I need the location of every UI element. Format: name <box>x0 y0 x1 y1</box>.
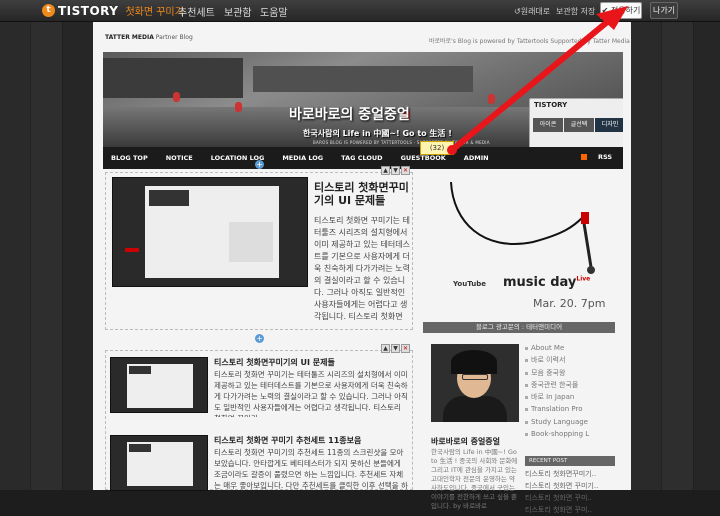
exit-button[interactable]: 나가기 <box>650 2 678 19</box>
post-module[interactable]: ▲ ▼ ✕ 티스토리 첫화면꾸미기의 UI 문제들 티스토리 첫화면 꾸미기는 … <box>105 166 413 330</box>
rss-icon <box>581 154 587 160</box>
panel-tab-icon[interactable]: 아이콘 <box>533 118 563 132</box>
content-column: + ▲ ▼ ✕ 티스토리 첫화면꾸미기의 UI 문제들 티스토리 첫화면 꾸미기… <box>105 160 413 491</box>
blog-page: TATTER MEDIA Partner Blog 바로바로's Blog is… <box>93 22 631 514</box>
post-title[interactable]: 티스토리 첫화면 꾸미기 추천세트 11종보음 <box>214 435 410 446</box>
editor-toolbar: t TISTORY 첫화면 꾸미기 추천세트 보관함 도움말 ↺원래대로 보관함… <box>0 0 720 22</box>
category-list: About Me 바로 이력서 모음 중국왕 중국관련 한국몰 바로 In Ja… <box>525 342 615 440</box>
nav-help[interactable]: 도움말 <box>260 4 288 19</box>
menu-notice[interactable]: NOTICE <box>166 154 193 162</box>
menu-blog-top[interactable]: BLOG TOP <box>111 154 148 162</box>
blog-description: 한국사람의 Life in 中國~! Go to 生活 ! <box>303 129 452 138</box>
profile-description: 한국사람의 Life in 中國~! Go to 生活 ! 중국의 사회와 문화… <box>431 448 518 510</box>
sidebar: YouTube music dayLive Mar. 20. 7pm 블로그 광… <box>423 172 623 514</box>
profile-photo <box>431 344 519 422</box>
post-title[interactable]: 티스토리 첫화면꾸미기의 UI 문제들 <box>314 181 410 207</box>
event-date: Mar. 20. 7pm <box>533 297 606 310</box>
add-module-icon[interactable]: + <box>255 334 264 343</box>
lantern-icon <box>235 102 242 112</box>
background-right <box>631 22 720 490</box>
category-item[interactable]: 바로 이력서 <box>525 354 615 366</box>
move-up-icon[interactable]: ▲ <box>381 166 390 175</box>
recent-post-list: 티스토리 첫화면꾸미기.. 티스토리 첫화면 꾸미기.. 티스토리 첫화면 꾸미… <box>525 468 615 516</box>
reset-link[interactable]: ↺원래대로 <box>514 6 550 17</box>
menu-guestbook[interactable]: GUESTBOOK <box>401 154 446 162</box>
thumbnail-sidebar <box>229 222 273 262</box>
lantern-icon <box>173 92 180 102</box>
nav-recommended-sets[interactable]: 추천세트 <box>178 4 215 19</box>
recent-post-item[interactable]: 티스토리 첫화면 꾸미.. <box>525 504 615 516</box>
wall-silhouette <box>253 66 473 92</box>
blog-banner: 바로바로의 중얼중얼 한국사람의 Life in 中國~! Go to 生活 !… <box>103 52 623 147</box>
category-item[interactable]: About Me <box>525 342 615 354</box>
post-thumbnail[interactable] <box>110 435 208 491</box>
post-excerpt: 티스토리 첫화면 꾸미기는 테터툴즈 시리즈의 설치형에서 이미 제공하고 있는… <box>314 216 410 321</box>
panel-tab-select[interactable]: 글선택 <box>564 118 594 132</box>
menu-media-log[interactable]: MEDIA LOG <box>282 154 323 162</box>
menu-tag-cloud[interactable]: TAG CLOUD <box>341 154 382 162</box>
move-down-icon[interactable]: ▼ <box>391 166 400 175</box>
check-icon: ✔ <box>601 6 609 15</box>
thumbnail-header <box>129 444 151 452</box>
apply-button[interactable]: ✔ 적용하기 <box>600 2 642 19</box>
post-excerpt: 티스토리 첫화면 꾸미기의 추천세트 11종의 스크린샷을 모아보았습니다. 안… <box>214 448 408 490</box>
menu-admin[interactable]: ADMIN <box>464 154 489 162</box>
close-icon[interactable]: ✕ <box>401 166 410 175</box>
profile-shirt <box>443 396 507 422</box>
ad-inquiry-bar[interactable]: 블로그 광고문의 : 테터앤미디어 <box>423 322 615 333</box>
post-title[interactable]: 티스토리 첫화면꾸미기의 UI 문제들 <box>214 357 410 368</box>
powered-by-text: 바로바로's Blog is powered by Tattertools Su… <box>429 38 630 45</box>
post-list-module[interactable]: ▲ ▼ ✕ 티스토리 첫화면꾸미기의 UI 문제들 티스토리 첫화면 꾸미기는 … <box>105 344 413 491</box>
count-tooltip: (32) <box>420 141 454 155</box>
move-down-icon[interactable]: ▼ <box>391 344 400 353</box>
category-item[interactable]: 바로 In Japan <box>525 391 615 403</box>
blog-credit-line: BAROS BLOG IS POWERED BY TATTERTOOLS · S… <box>313 140 490 145</box>
microphone-illustration <box>450 181 595 274</box>
blog-menu: BLOG TOP NOTICE LOCATION LOG MEDIA LOG T… <box>103 147 623 169</box>
tistory-floating-panel: TISTORY 아이콘 글선택 디자인 <box>529 98 623 147</box>
thumbnail-header <box>129 366 151 374</box>
tistory-logo-text: TISTORY <box>58 3 119 18</box>
add-module-icon[interactable]: + <box>255 160 264 169</box>
reset-icon: ↺ <box>514 7 521 16</box>
post-thumbnail[interactable] <box>110 357 208 413</box>
recent-post-item[interactable]: 티스토리 첫화면꾸미기.. <box>525 468 615 480</box>
background-left <box>0 22 93 490</box>
category-item[interactable]: Study Language <box>525 416 615 428</box>
nav-storage[interactable]: 보관함 <box>224 4 252 19</box>
recent-post-item[interactable]: 티스토리 첫화면 꾸미.. <box>525 492 615 504</box>
save-to-storage-link[interactable]: 보관함 저장 <box>556 6 595 17</box>
blog-title[interactable]: 바로바로의 중얼중얼 <box>289 104 410 124</box>
profile-hair <box>451 350 497 374</box>
lantern-icon <box>488 94 495 104</box>
tistory-logo-icon: t <box>42 4 55 17</box>
panel-tab-design[interactable]: 디자인 <box>595 118 623 132</box>
music-day-title: music dayLive <box>503 275 591 290</box>
category-item[interactable]: Translation Pro <box>525 403 615 415</box>
post-thumbnail[interactable] <box>112 177 308 287</box>
module-controls: ▲ ▼ ✕ <box>381 344 410 353</box>
category-item[interactable]: 모음 중국왕 <box>525 367 615 379</box>
tistory-logo[interactable]: t TISTORY 첫화면 꾸미기 <box>42 3 184 18</box>
recent-post-item[interactable]: 티스토리 첫화면 꾸미기.. <box>525 480 615 492</box>
editor-mode-label: 첫화면 꾸미기 <box>125 7 184 18</box>
partner-badge[interactable]: TATTER MEDIA Partner Blog <box>105 34 193 41</box>
category-item[interactable]: 중국관련 한국몰 <box>525 379 615 391</box>
rss-link[interactable]: RSS <box>581 153 622 161</box>
module-controls: ▲ ▼ ✕ <box>381 166 410 175</box>
close-icon[interactable]: ✕ <box>401 344 410 353</box>
thumbnail-arrow <box>125 248 139 252</box>
profile-name: 바로바로의 중얼중얼 <box>431 437 501 446</box>
category-item[interactable]: Book-shopping L <box>525 428 615 440</box>
youtube-logo[interactable]: YouTube <box>453 280 486 288</box>
panel-title: TISTORY <box>534 101 568 109</box>
recent-post-header: RECENT POST <box>525 456 615 466</box>
thumbnail-header <box>149 190 189 206</box>
post-excerpt: 티스토리 첫화면 꾸미기는 테터툴즈 시리즈의 설치형에서 이미 제공하고 있는… <box>214 370 408 417</box>
profile-glasses <box>462 374 488 380</box>
move-up-icon[interactable]: ▲ <box>381 344 390 353</box>
